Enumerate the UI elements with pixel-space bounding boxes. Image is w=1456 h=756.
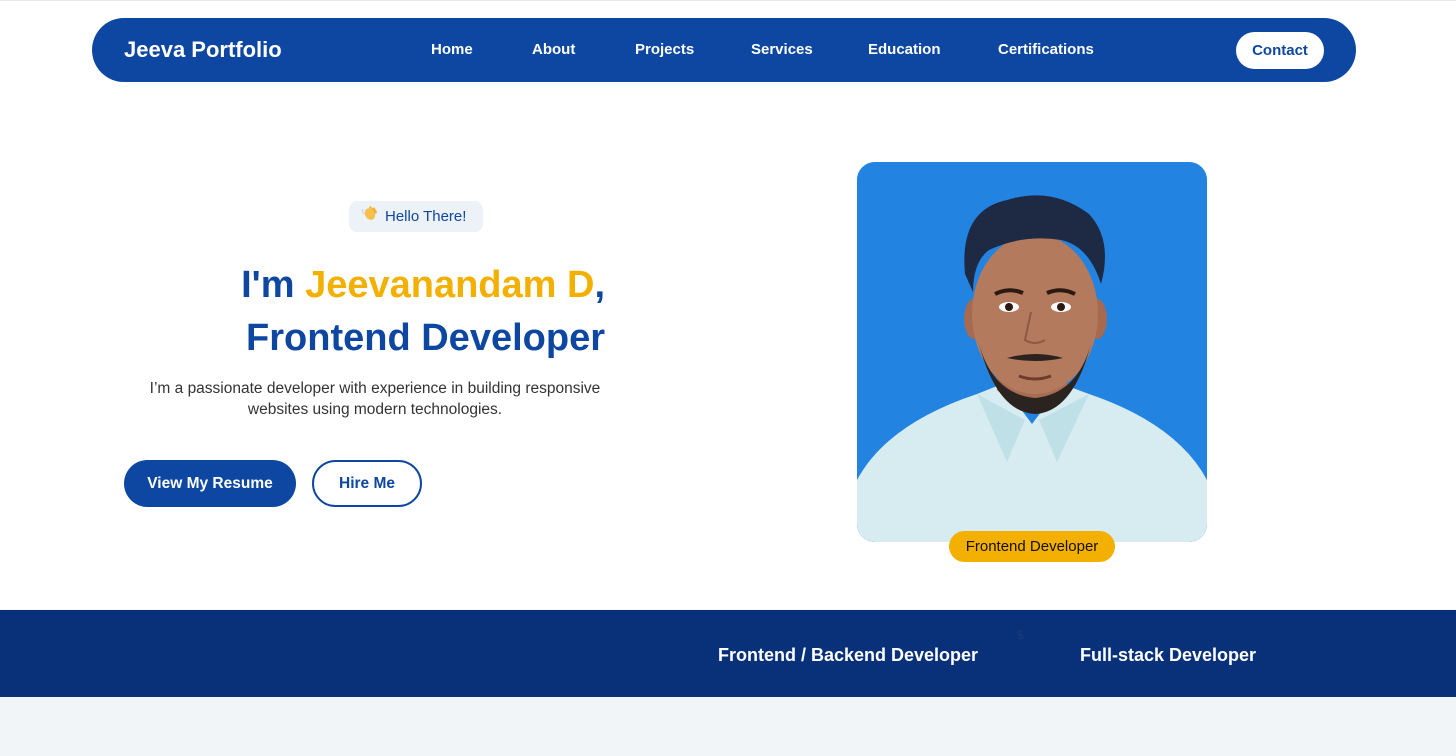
waving-hand-icon (361, 202, 379, 233)
profile-photo (857, 162, 1207, 542)
next-section-band (0, 697, 1456, 756)
banner-item-fullstack: Full-stack Developer (1080, 645, 1257, 665)
nav-link-projects[interactable]: Projects (635, 18, 694, 82)
contact-button[interactable]: Contact (1236, 32, 1324, 69)
hero-name: Jeevanandam D (305, 264, 595, 306)
navbar: Jeeva Portfolio Home About Projects Serv… (92, 18, 1356, 82)
hero-description: I’m a passionate developer with experien… (149, 380, 601, 418)
skills-banner: Frontend / Backend Developer $ Full-stac… (0, 610, 1456, 697)
hire-me-button[interactable]: Hire Me (312, 460, 422, 507)
hero-title-role: Frontend Developer (246, 317, 605, 359)
banner-separator: $ (1017, 628, 1024, 642)
hero-title-comma: , (594, 264, 605, 306)
hero-title-line-1: I'm Jeevanandam D, (130, 261, 605, 309)
greeting-badge: Hello There! (349, 201, 483, 232)
nav-link-certifications[interactable]: Certifications (998, 18, 1094, 82)
greeting-text: Hello There! (385, 208, 467, 225)
nav-link-education[interactable]: Education (868, 18, 941, 82)
nav-link-home[interactable]: Home (431, 18, 473, 82)
brand-logo[interactable]: Jeeva Portfolio (124, 18, 282, 82)
nav-link-about[interactable]: About (532, 18, 575, 82)
role-tag: Frontend Developer (949, 531, 1115, 562)
nav-link-services[interactable]: Services (751, 18, 813, 82)
view-resume-button[interactable]: View My Resume (124, 460, 296, 507)
banner-item-frontend-backend: Frontend / Backend Developer (718, 645, 979, 665)
hero-title-prefix: I'm (241, 264, 306, 306)
